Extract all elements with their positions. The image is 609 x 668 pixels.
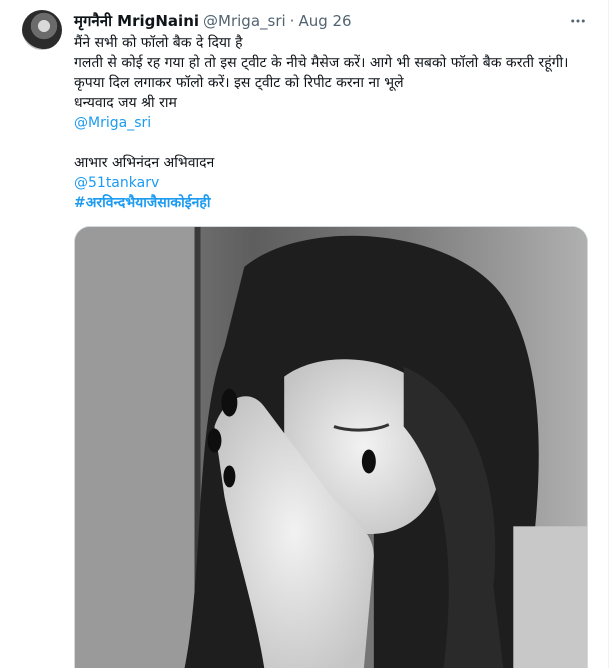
- tweet-line-3: कृपया दिल लगाकर फॉलो करें। इस ट्वीट को र…: [74, 75, 404, 91]
- author-display-name[interactable]: मृगनैनी MrigNaini: [74, 11, 199, 31]
- separator-dot: ·: [289, 12, 295, 30]
- tweet-photo[interactable]: [74, 226, 588, 668]
- tweet-line-5: आभार अभिनंदन अभिवादन: [74, 155, 215, 171]
- tweet-text: मैंने सभी को फॉलो बैक दे दिया है गलती से…: [74, 33, 594, 213]
- author-handle[interactable]: @Mriga_sri: [203, 11, 286, 31]
- avatar[interactable]: [22, 10, 62, 50]
- tweet-line-1: मैंने सभी को फॉलो बैक दे दिया है: [74, 35, 243, 51]
- tweet-line-2: गलती से कोई रह गया हो तो इस ट्वीट के नीच…: [74, 55, 569, 71]
- tweet-date[interactable]: Aug 26: [298, 11, 351, 31]
- tweet-line-4: धन्यवाद जय श्री राम: [74, 95, 177, 111]
- more-options-button[interactable]: [568, 11, 588, 31]
- more-horizontal-icon: [571, 19, 585, 23]
- mention-link-2[interactable]: @51tankarv: [74, 175, 159, 191]
- tweet[interactable]: मृगनैनी MrigNaini @Mriga_sri · Aug 26 मै…: [0, 0, 609, 668]
- hashtag-link[interactable]: #अरविन्दभैयाजैसाकोईनही: [74, 195, 210, 211]
- mention-link[interactable]: @Mriga_sri: [74, 115, 151, 131]
- tweet-header: मृगनैनी MrigNaini @Mriga_sri · Aug 26: [74, 11, 588, 31]
- photo-image: [75, 227, 587, 668]
